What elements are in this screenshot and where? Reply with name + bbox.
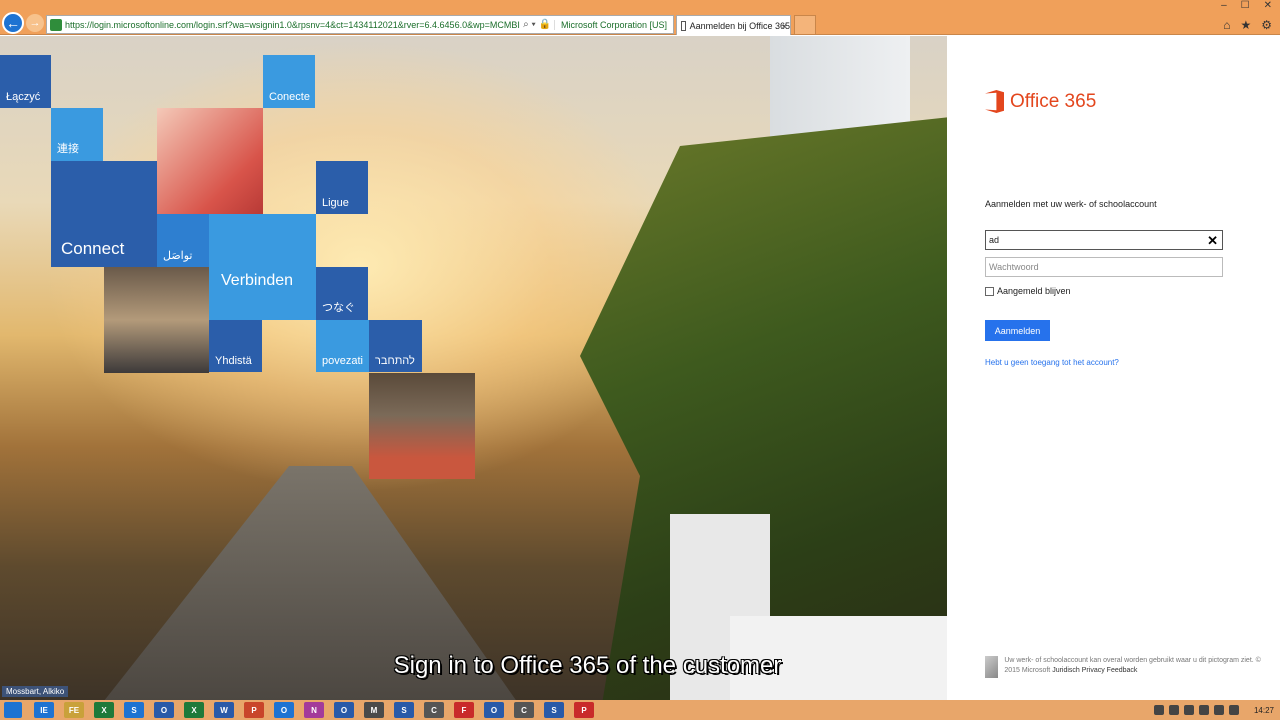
close-button[interactable]: ✕ xyxy=(1264,0,1272,11)
browser-toolbar-icons: ⌂ ★ ⚙ xyxy=(1223,18,1272,32)
no-access-link[interactable]: Hebt u geen toegang tot het account? xyxy=(985,358,1119,367)
hero-caption: Mossbart, Alkiko xyxy=(2,686,69,697)
taskbar-app-icon[interactable]: C xyxy=(424,702,444,718)
office-logo-icon xyxy=(985,90,1004,113)
taskbar-app-icon[interactable]: N xyxy=(304,702,324,718)
tile-lianjie: 連接 xyxy=(51,108,103,161)
page-icon xyxy=(681,20,686,31)
taskbar-app-icon[interactable]: FE xyxy=(64,702,84,718)
tile-arabic: تواصَل xyxy=(157,214,209,267)
tab-close-icon[interactable]: × xyxy=(782,21,787,31)
certificate-label[interactable]: Microsoft Corporation [US] xyxy=(553,19,673,30)
tile-ligue: Ligue xyxy=(316,161,368,214)
taskbar-app-icon[interactable]: X xyxy=(94,702,114,718)
minimize-button[interactable]: – xyxy=(1221,0,1227,11)
tab-title: Aanmelden bij Office 365 xyxy=(689,20,790,31)
tray-icon[interactable] xyxy=(1183,705,1194,715)
hero-background: Łączyć Conecte 連接 Ligue Connect تواصَل V… xyxy=(0,36,947,700)
taskbar-apps: IE FE X S O X W P O N O M S C F O C S P xyxy=(34,702,594,718)
forward-button[interactable]: → xyxy=(26,14,44,32)
taskbar-app-icon[interactable]: O xyxy=(274,702,294,718)
page: Łączyć Conecte 連接 Ligue Connect تواصَل V… xyxy=(0,36,1280,700)
password-input[interactable]: Wachtwoord xyxy=(985,257,1223,277)
signin-button[interactable]: Aanmelden xyxy=(985,320,1050,341)
tray-icon[interactable] xyxy=(1168,705,1179,715)
tile-tsunagu: つなぐ xyxy=(316,267,368,320)
clear-icon[interactable]: ✕ xyxy=(1207,233,1218,249)
tile-photo-laptop xyxy=(369,373,475,479)
footer-text: Uw werk- of schoolaccount kan overal wor… xyxy=(1004,656,1265,678)
remember-checkbox[interactable] xyxy=(985,286,994,296)
volume-icon[interactable] xyxy=(1228,705,1239,715)
username-value: ad xyxy=(989,235,1000,245)
legal-link[interactable]: Juridisch xyxy=(1052,667,1080,674)
tile-laczyc: Łączyć xyxy=(0,55,51,108)
signin-footer: Uw werk- of schoolaccount kan overal wor… xyxy=(985,656,1265,678)
favorites-icon[interactable]: ★ xyxy=(1240,18,1251,32)
account-icon xyxy=(985,656,999,678)
office365-logo: Office 365 xyxy=(985,90,1096,113)
tile-connect: Connect xyxy=(51,161,157,267)
home-icon[interactable]: ⌂ xyxy=(1223,18,1230,32)
search-icon[interactable]: ⌕ ▾ 🔒 xyxy=(520,19,554,30)
taskbar-app-icon[interactable]: O xyxy=(154,702,174,718)
tile-yhdista: Yhdistä xyxy=(209,320,262,372)
username-input[interactable]: ad ✕ xyxy=(985,230,1223,250)
window-controls: – ☐ ✕ xyxy=(1221,0,1272,11)
tray-icon[interactable] xyxy=(1198,705,1209,715)
back-button[interactable]: ← xyxy=(2,12,24,34)
taskbar-app-icon[interactable]: P xyxy=(244,702,264,718)
maximize-button[interactable]: ☐ xyxy=(1241,0,1250,11)
taskbar-app-icon[interactable]: S xyxy=(394,702,414,718)
taskbar-app-icon[interactable]: S xyxy=(124,702,144,718)
taskbar-app-icon[interactable]: C xyxy=(514,702,534,718)
clock[interactable]: 14:27 xyxy=(1254,706,1274,715)
privacy-link[interactable]: Privacy xyxy=(1082,667,1105,674)
signin-panel: Office 365 Aanmelden met uw werk- of sch… xyxy=(947,36,1280,700)
taskbar-app-icon[interactable]: X xyxy=(184,702,204,718)
tile-conecte: Conecte xyxy=(263,55,315,108)
remember-label: Aangemeld blijven xyxy=(997,286,1071,296)
network-icon[interactable] xyxy=(1213,705,1224,715)
taskbar-app-icon[interactable]: O xyxy=(484,702,504,718)
feedback-link[interactable]: Feedback xyxy=(1107,667,1138,674)
settings-icon[interactable]: ⚙ xyxy=(1261,18,1272,32)
browser-chrome: ← → https://login.microsoftonline.com/lo… xyxy=(0,0,1280,35)
tile-hebrew: להתחבר xyxy=(369,320,422,372)
address-bar[interactable]: https://login.microsoftonline.com/login.… xyxy=(46,15,674,34)
taskbar-app-icon[interactable]: F xyxy=(454,702,474,718)
start-button[interactable] xyxy=(4,702,22,718)
tile-photo-woman xyxy=(157,108,263,214)
tile-verbinden: Verbinden xyxy=(209,214,316,320)
signin-heading: Aanmelden met uw werk- of schoolaccount xyxy=(985,199,1157,209)
tab-signin[interactable]: Aanmelden bij Office 365 × xyxy=(676,15,791,35)
lock-icon xyxy=(50,18,62,31)
taskbar: IE FE X S O X W P O N O M S C F O C S P 14:27 xyxy=(0,700,1280,720)
tray-icon[interactable] xyxy=(1153,705,1164,715)
tile-povezati: povezati xyxy=(316,320,369,372)
taskbar-app-icon[interactable]: M xyxy=(364,702,384,718)
url-text[interactable]: https://login.microsoftonline.com/login.… xyxy=(65,20,520,30)
taskbar-app-icon[interactable]: P xyxy=(574,702,594,718)
taskbar-app-icon[interactable]: W xyxy=(214,702,234,718)
logo-text: Office 365 xyxy=(1010,90,1097,112)
taskbar-app-icon[interactable]: O xyxy=(334,702,354,718)
system-tray: 14:27 xyxy=(1153,700,1280,720)
taskbar-app-icon[interactable]: IE xyxy=(34,702,54,718)
taskbar-app-icon[interactable]: S xyxy=(544,702,564,718)
remember-me[interactable]: Aangemeld blijven xyxy=(985,286,1071,296)
tile-photo-man xyxy=(104,267,209,373)
new-tab-button[interactable] xyxy=(794,15,816,35)
